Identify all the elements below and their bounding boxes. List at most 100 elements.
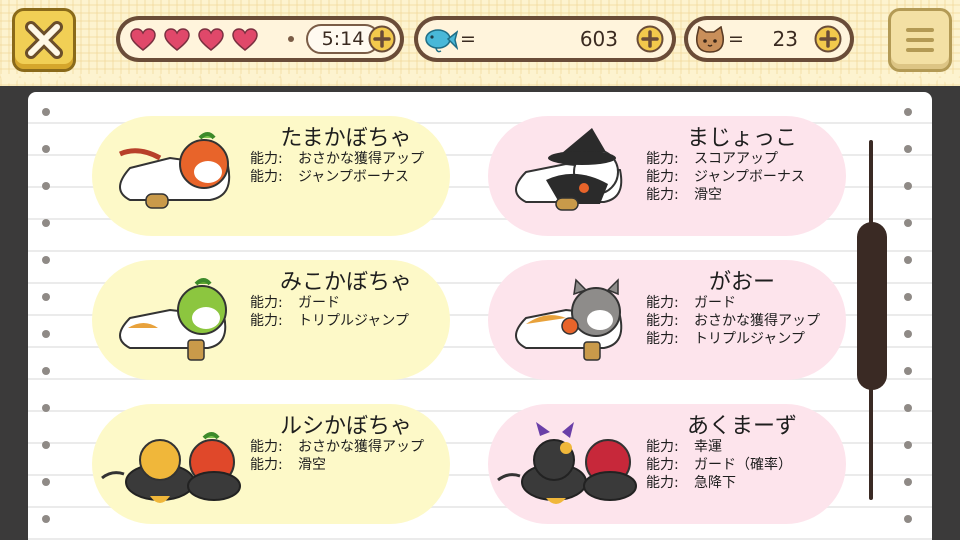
binder-hole [42,330,50,338]
binder-hole [904,145,912,153]
add-hearts-button[interactable] [368,25,396,53]
ability-label: 能力: [646,331,679,347]
ability-value: ジャンプボーナス [298,169,409,185]
binder-holes-right [904,92,914,540]
ability-row: 能力: ガード [250,294,340,312]
binder-hole [904,293,912,301]
ability-label: 能力: [250,169,283,185]
ability-label: 能力: [250,151,283,167]
character-name: たまかぼちゃ [280,126,412,151]
heart-icon [232,28,258,51]
ability-row: 能力: おさかな獲得アップ [250,150,424,168]
ability-value: おさかな獲得アップ [298,151,424,167]
cat-panel: = 23 [684,16,854,62]
ability-value: 幸運 [694,439,722,455]
ability-label: 能力: [646,313,679,329]
binder-hole [904,478,912,486]
ability-label: 能力: [646,169,679,185]
menu-icon [906,28,934,52]
ability-value: おさかな獲得アップ [298,439,424,455]
ability-row: 能力: スコアアップ [646,150,778,168]
ability-value: トリプルジャンプ [694,331,805,347]
ability-value: ガード（確率） [694,457,792,473]
ability-row: 能力: 急降下 [646,474,736,492]
binder-hole [904,108,912,116]
fish-equals: = [460,28,476,50]
top-bar-edge [0,74,960,92]
ability-row: 能力: 滑空 [646,186,722,204]
add-fish-button[interactable] [636,25,664,53]
close-icon [25,21,63,59]
character-name: まじょっこ [686,126,797,151]
binder-hole [42,145,50,153]
ability-label: 能力: [250,313,283,329]
ability-row: 能力: ジャンプボーナス [646,168,805,186]
fish-panel: = 603 [414,16,676,62]
character-card[interactable]: まじょっこ 能力: スコアアップ 能力: ジャンプボーナス 能力: 滑空 [488,116,846,236]
ability-value: 急降下 [694,475,736,491]
ability-row: 能力: おさかな獲得アップ [646,312,820,330]
fish-icon [425,29,458,53]
character-card[interactable]: あくまーず 能力: 幸運 能力: ガード（確率） 能力: 急降下 [488,404,846,524]
character-name: あくまーず [686,414,797,439]
ability-value: おさかな獲得アップ [694,313,820,329]
ability-row: 能力: 滑空 [250,456,326,474]
ability-row: 能力: ジャンプボーナス [250,168,409,186]
binder-hole [904,367,912,375]
heart-icon [198,28,224,51]
cat-equals: = [728,28,744,50]
binder-hole [904,515,912,523]
binder-hole [42,219,50,227]
ability-label: 能力: [646,457,679,473]
ability-row: 能力: トリプルジャンプ [646,330,805,348]
add-cat-button[interactable] [814,25,842,53]
binder-hole [42,441,50,449]
ability-row: 能力: 幸運 [646,438,722,456]
binder-hole [42,367,50,375]
character-card[interactable]: ルシかぼちゃ 能力: おさかな獲得アップ 能力: 滑空 [92,404,450,524]
character-card[interactable]: がおー 能力: ガード 能力: おさかな獲得アップ 能力: トリプルジャンプ [488,260,846,380]
ability-value: ガード [694,295,736,311]
cat-count: 23 [772,27,798,51]
ability-label: 能力: [646,475,679,491]
ability-row: 能力: ガード（確率） [646,456,792,474]
binder-hole [904,219,912,227]
ability-value: トリプルジャンプ [298,313,409,329]
character-card[interactable]: たまかぼちゃ 能力: おさかな獲得アップ 能力: ジャンプボーナス [92,116,450,236]
binder-hole [904,441,912,449]
ability-value: スコアアップ [694,151,778,167]
binder-hole [904,330,912,338]
ability-row: 能力: トリプルジャンプ [250,312,409,330]
ability-label: 能力: [250,295,283,311]
scrollbar-thumb[interactable] [857,222,887,390]
ability-label: 能力: [250,439,283,455]
menu-button[interactable] [888,8,952,72]
binder-hole [42,256,50,264]
character-card[interactable]: みこかぼちゃ 能力: ガード 能力: トリプルジャンプ [92,260,450,380]
character-name: みこかぼちゃ [279,270,412,295]
binder-hole [904,256,912,264]
binder-hole [42,404,50,412]
binder-hole [42,478,50,486]
hearts-panel: 5:14 [116,16,404,62]
binder-hole [42,182,50,190]
ability-label: 能力: [646,295,679,311]
separator-dot [288,36,294,42]
binder-hole [42,293,50,301]
cat-face-icon [695,26,725,53]
ability-value: 滑空 [298,457,326,473]
heart-icon [130,28,156,51]
ability-value: ジャンプボーナス [694,169,805,185]
close-button[interactable] [12,8,76,72]
binder-hole [42,515,50,523]
binder-hole [904,404,912,412]
character-list-panel[interactable]: たまかぼちゃ 能力: おさかな獲得アップ 能力: ジャンプボーナス まじょっこ 能力… [28,92,932,540]
binder-hole [42,108,50,116]
ability-label: 能力: [646,151,679,167]
ability-label: 能力: [250,457,283,473]
ability-value: ガード [298,295,340,311]
character-name: がおー [708,270,775,295]
ability-label: 能力: [646,187,679,203]
ability-row: 能力: ガード [646,294,736,312]
binder-hole [904,182,912,190]
